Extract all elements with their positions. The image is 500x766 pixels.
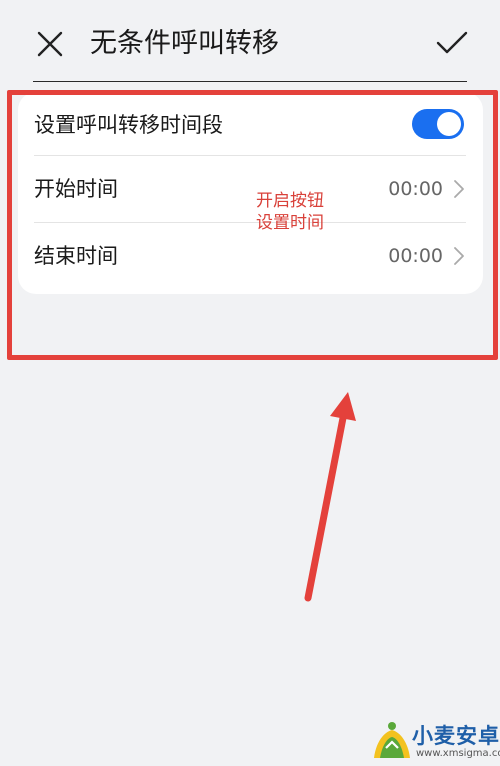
close-button[interactable]	[34, 28, 66, 60]
confirm-button[interactable]	[434, 27, 470, 59]
watermark-url: www.xmsigma.com	[416, 748, 500, 759]
page-title: 无条件呼叫转移	[90, 28, 279, 59]
watermark-logo-icon	[374, 722, 410, 758]
close-icon	[37, 31, 63, 57]
annotation-highlight-box	[7, 90, 498, 360]
header-bar: 无条件呼叫转移	[0, 0, 500, 84]
annotation-line-2: 设置时间	[256, 213, 324, 233]
annotation-label: 开启按钮 设置时间	[256, 190, 324, 234]
annotation-line-1: 开启按钮	[256, 191, 324, 211]
watermark: 小麦安卓网 www.xmsigma.com	[370, 716, 500, 766]
watermark-name: 小麦安卓网	[412, 724, 500, 748]
checkmark-icon	[436, 31, 468, 54]
header-divider	[33, 81, 467, 82]
